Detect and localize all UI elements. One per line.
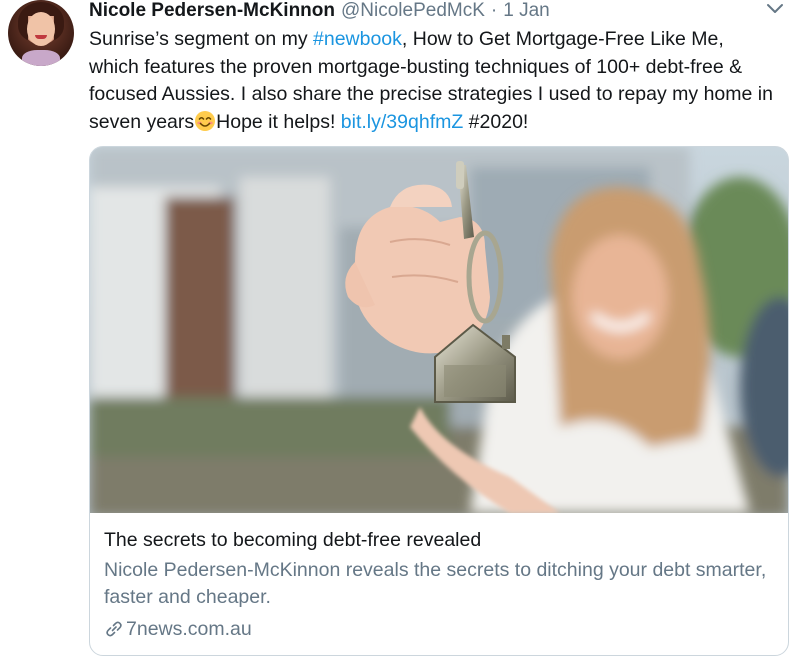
avatar-top (22, 50, 60, 66)
avatar[interactable] (8, 0, 74, 66)
tweet: Nicole Pedersen-McKinnon @NicolePedMcK ·… (0, 0, 796, 661)
card-title[interactable]: The secrets to becoming debt-free reveal… (104, 527, 774, 553)
tweet-text: Sunrise’s segment on my #newbook, How to… (89, 26, 779, 136)
card-photo (90, 147, 788, 513)
author-name[interactable]: Nicole Pedersen-McKinnon (89, 0, 335, 22)
avatar-face (27, 12, 55, 46)
tweet-text-part3: Hope it helps! (216, 110, 341, 133)
tweet-text-part1: Sunrise’s segment on my (89, 28, 313, 50)
chevron-down-icon (767, 4, 783, 13)
tweet-header: Nicole Pedersen-McKinnon @NicolePedMcK ·… (89, 0, 550, 22)
card-domain-text: 7news.com.au (126, 618, 252, 640)
tweet-text-part4: #2020! (463, 110, 529, 133)
card-description: Nicole Pedersen-McKinnon reveals the sec… (104, 559, 767, 608)
author-handle[interactable]: @NicolePedMcK (341, 0, 485, 22)
card-image[interactable] (90, 147, 788, 513)
card-domain[interactable]: 7news.com.au (104, 616, 774, 642)
tweet-menu-button[interactable] (764, 0, 786, 18)
link-icon (106, 621, 122, 637)
shortened-link[interactable]: bit.ly/39qhfmZ (341, 111, 463, 133)
hashtag-newbook-link[interactable]: #newbook (313, 28, 402, 50)
tweet-timestamp[interactable]: 1 Jan (503, 0, 549, 22)
separator-dot: · (490, 0, 498, 21)
link-preview-card[interactable]: The secrets to becoming debt-free reveal… (89, 146, 789, 656)
smiling-face-emoji-icon (195, 110, 216, 131)
card-info: The secrets to becoming debt-free reveal… (104, 527, 774, 642)
